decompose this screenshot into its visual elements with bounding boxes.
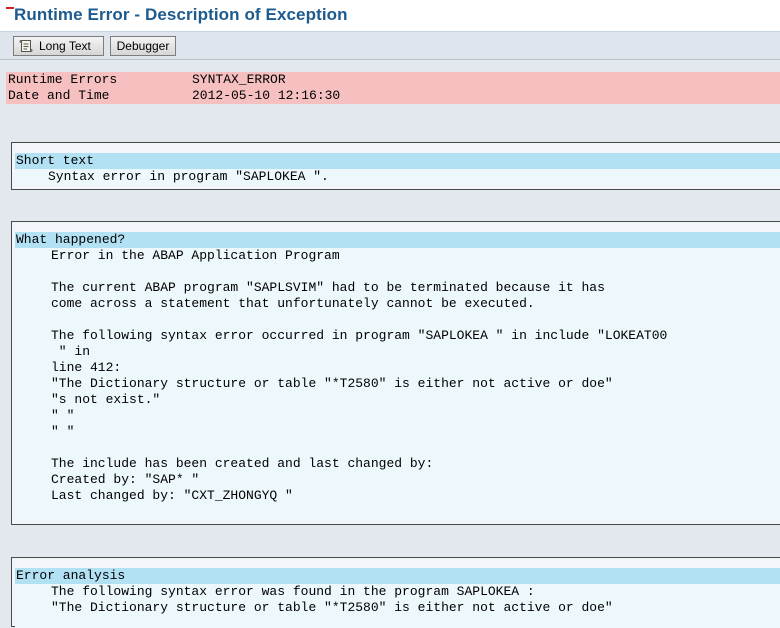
long-text-label: Long Text [39,39,91,53]
debugger-button[interactable]: Debugger [110,36,176,56]
what-happened-line: " in [51,344,91,359]
what-happened-line: The current ABAP program "SAPLSVIM" had … [51,280,605,295]
error-analysis-line: The following syntax error was found in … [51,584,535,599]
error-analysis-heading: Error analysis [15,568,780,584]
what-happened-line: line 412: [51,360,122,375]
what-happened-line: "The Dictionary structure or table "*T25… [51,376,613,391]
what-happened-line: The following syntax error occurred in p… [51,328,668,343]
what-happened-line: Created by: "SAP* " [51,472,200,487]
what-happened-line: " " [51,424,75,439]
what-happened-line: Error in the ABAP Application Program [51,248,340,263]
title-accent [6,7,14,9]
scroll-icon [19,39,33,53]
what-happened-line: come across a statement that unfortunate… [51,296,535,311]
long-text-button[interactable]: Long Text [13,36,104,56]
what-happened-heading: What happened? [15,232,780,248]
what-happened-line: " " [51,408,75,423]
runtime-errors-label: Runtime Errors [8,72,118,87]
application-toolbar: Long Text Debugger [0,32,780,60]
what-happened-section: What happened? Error in the ABAP Applica… [11,221,780,525]
what-happened-line: Last changed by: "CXT_ZHONGYQ " [51,488,293,503]
what-happened-line: "s not exist." [51,392,161,407]
title-bar: Runtime Error - Description of Exception [0,0,780,32]
window-title: Runtime Error - Description of Exception [14,5,348,24]
error-analysis-body: The following syntax error was found in … [15,584,780,628]
date-time-label: Date and Time [8,88,110,103]
date-time-value: 2012-05-10 12:16:30 [192,88,341,103]
runtime-errors-row: Runtime Errors SYNTAX_ERROR [6,72,780,88]
runtime-errors-value: SYNTAX_ERROR [192,72,286,87]
short-text-line: Syntax error in program "SAPLOKEA ". [15,169,780,185]
short-text-heading: Short text [15,153,780,169]
error-analysis-section: Error analysis The following syntax erro… [11,557,780,628]
date-time-row: Date and Time 2012-05-10 12:16:30 [6,88,780,104]
what-happened-line: The include has been created and last ch… [51,456,434,471]
error-analysis-line: "The Dictionary structure or table "*T25… [51,600,613,615]
short-text-section: Short text Syntax error in program "SAPL… [11,142,780,190]
what-happened-body: Error in the ABAP Application Program Th… [15,248,780,520]
error-content: Runtime Errors SYNTAX_ERROR Date and Tim… [0,60,780,628]
